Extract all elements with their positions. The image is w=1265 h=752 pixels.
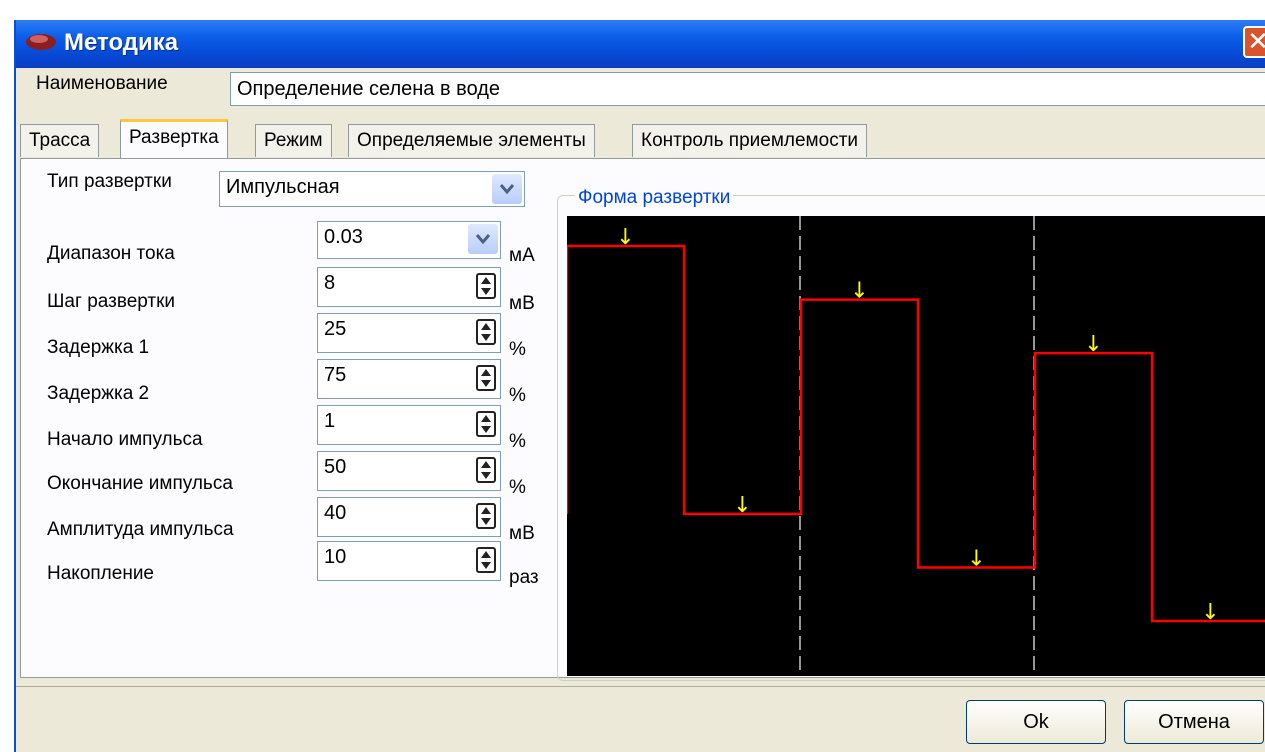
delay1-unit: % xyxy=(509,339,526,360)
chevron-down-icon[interactable] xyxy=(468,224,498,254)
sweep-type-value: Импульсная xyxy=(226,176,340,198)
delay2-spinner[interactable]: 75 xyxy=(317,359,501,399)
delay2-value: 75 xyxy=(324,364,347,386)
waveform-plot: ↓↓↓↓↓↓ xyxy=(567,216,1265,676)
pulse-amplitude-value: 40 xyxy=(324,502,347,524)
delay1-spinner[interactable]: 25 xyxy=(317,313,501,353)
tab-elements[interactable]: Определяемые элементы xyxy=(348,124,595,157)
pulse-amplitude-label: Амплитуда импульса xyxy=(47,519,234,540)
waveform-background xyxy=(567,216,1265,676)
spin-updown-icon[interactable] xyxy=(476,547,496,573)
current-range-unit: мА xyxy=(509,245,535,266)
sweep-step-label: Шаг развертки xyxy=(47,291,176,312)
title-bar[interactable]: Методика ✕ xyxy=(16,20,1265,68)
pulse-end-spinner[interactable]: 50 xyxy=(317,451,501,491)
delay2-unit: % xyxy=(509,385,526,406)
name-label: Наименование xyxy=(36,73,168,94)
chevron-down-icon[interactable] xyxy=(492,174,522,204)
tab-acceptability[interactable]: Контроль приемлемости xyxy=(632,124,868,157)
accumulation-spinner[interactable]: 10 xyxy=(317,541,501,581)
spin-updown-icon[interactable] xyxy=(476,411,496,437)
spin-updown-icon[interactable] xyxy=(476,365,496,391)
sweep-step-value: 8 xyxy=(324,272,336,294)
current-range-label: Диапазон тока xyxy=(47,243,175,264)
footer-separator xyxy=(16,686,1265,687)
delay1-value: 25 xyxy=(324,318,347,340)
name-input[interactable] xyxy=(230,72,1265,106)
pulse-end-unit: % xyxy=(509,477,526,498)
delay2-label: Задержка 2 xyxy=(47,383,150,404)
pulse-end-label: Окончание импульса xyxy=(47,473,233,494)
spin-updown-icon[interactable] xyxy=(476,503,496,529)
pulse-start-unit: % xyxy=(509,431,526,452)
accumulation-unit: раз xyxy=(509,567,539,588)
delay1-label: Задержка 1 xyxy=(47,337,150,358)
accumulation-label: Накопление xyxy=(47,563,154,584)
window-title: Методика xyxy=(64,29,179,56)
pulse-start-spinner[interactable]: 1 xyxy=(317,405,501,445)
pulse-amplitude-unit: мВ xyxy=(509,523,535,544)
pulse-end-value: 50 xyxy=(324,456,347,478)
spin-updown-icon[interactable] xyxy=(476,319,496,345)
close-button[interactable]: ✕ xyxy=(1243,26,1265,58)
sweep-panel: Тип развертки Импульсная Диапазон тока 0… xyxy=(20,158,1265,681)
sweep-step-unit: мВ xyxy=(509,293,535,314)
accumulation-value: 10 xyxy=(324,546,347,568)
app-icon xyxy=(26,34,56,50)
pulse-start-label: Начало импульса xyxy=(47,429,203,450)
tab-mode[interactable]: Режим xyxy=(255,124,332,157)
pulse-amplitude-spinner[interactable]: 40 xyxy=(317,497,501,537)
ok-button[interactable]: Ok xyxy=(966,700,1106,744)
waveform-title: Форма развертки xyxy=(575,187,734,209)
methodology-dialog: Методика ✕ Наименование Трасса Развертка… xyxy=(14,20,1265,752)
sweep-step-spinner[interactable]: 8 xyxy=(317,267,501,307)
spin-updown-icon[interactable] xyxy=(476,273,496,299)
close-icon: ✕ xyxy=(1247,26,1265,56)
pulse-start-value: 1 xyxy=(324,410,336,432)
sweep-type-select[interactable]: Импульсная xyxy=(219,171,525,207)
cancel-button[interactable]: Отмена xyxy=(1124,700,1264,744)
current-range-select[interactable]: 0.03 xyxy=(317,221,501,259)
current-range-value: 0.03 xyxy=(324,226,363,248)
sweep-type-label: Тип развертки xyxy=(47,171,172,192)
spin-updown-icon[interactable] xyxy=(476,457,496,483)
tab-trace[interactable]: Трасса xyxy=(20,124,100,157)
tab-sweep[interactable]: Развертка xyxy=(120,119,228,158)
